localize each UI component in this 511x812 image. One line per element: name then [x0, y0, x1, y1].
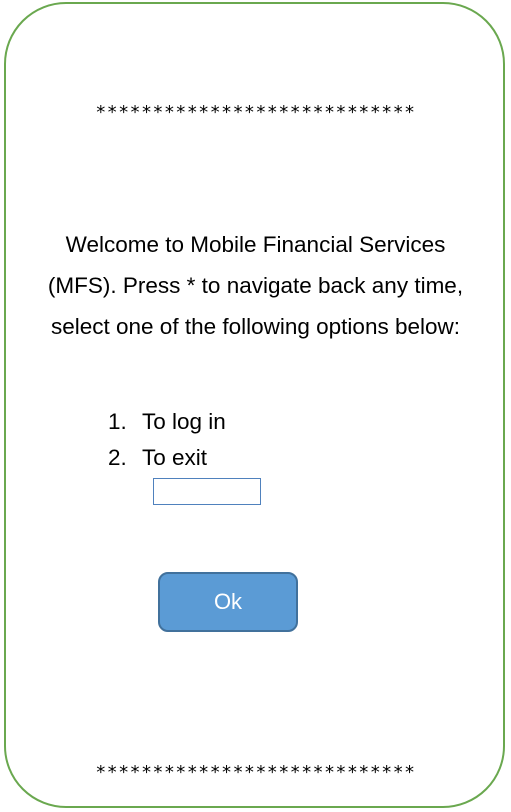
option-label: To log in [142, 409, 226, 434]
option-number: 1. [108, 409, 127, 434]
option-exit[interactable]: 2. To exit [108, 440, 226, 476]
options-list: 1. To log in 2. To exit [108, 404, 226, 476]
option-number: 2. [108, 445, 127, 470]
option-input[interactable] [153, 478, 261, 505]
ok-button[interactable]: Ok [158, 572, 298, 632]
bottom-star-divider: **************************** [95, 762, 416, 783]
option-label: To exit [142, 445, 208, 470]
option-log-in[interactable]: 1. To log in [108, 404, 226, 440]
top-star-divider: **************************** [95, 102, 416, 123]
welcome-message: Welcome to Mobile Financial Services (MF… [47, 232, 464, 339]
